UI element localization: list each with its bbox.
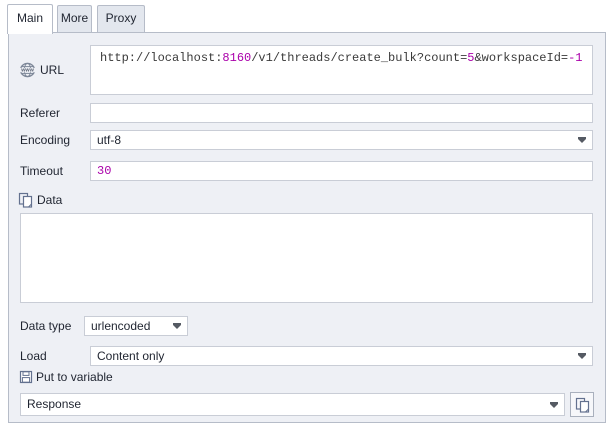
globe-www-icon: www <box>19 62 36 78</box>
chevron-down-icon[interactable] <box>578 137 586 143</box>
load-label: Load <box>20 346 47 366</box>
url-label: URL <box>40 63 64 77</box>
copy-pages-icon <box>575 397 590 413</box>
put-to-variable-label-group: Put to variable <box>19 370 113 384</box>
chevron-down-icon[interactable] <box>550 402 558 408</box>
referer-input[interactable] <box>90 103 593 123</box>
encoding-value: utf-8 <box>97 131 572 149</box>
data-textarea[interactable] <box>20 213 593 303</box>
timeout-input[interactable] <box>90 161 593 181</box>
tab-main[interactable]: Main <box>7 4 53 34</box>
http-request-settings-dialog: Main More Proxy www URL http://localhost… <box>0 0 613 429</box>
save-floppy-icon <box>19 370 33 384</box>
url-label-group: www URL <box>19 62 64 78</box>
url-input[interactable]: http://localhost:8160/v1/threads/create_… <box>90 45 593 95</box>
copy-pages-icon <box>18 192 33 208</box>
put-to-variable-value: Response <box>27 394 544 415</box>
data-type-value: urlencoded <box>91 317 167 335</box>
data-type-select[interactable]: urlencoded <box>84 316 188 336</box>
tab-more[interactable]: More <box>57 5 92 32</box>
chevron-down-icon[interactable] <box>578 353 586 359</box>
data-type-label: Data type <box>20 316 71 336</box>
put-to-variable-label: Put to variable <box>36 370 113 384</box>
referer-label: Referer <box>20 103 60 123</box>
copy-to-clipboard-button[interactable] <box>570 392 594 417</box>
put-to-variable-select[interactable]: Response <box>20 393 565 416</box>
timeout-label: Timeout <box>20 161 63 181</box>
encoding-select[interactable]: utf-8 <box>90 130 593 150</box>
data-label-group: Data <box>18 192 62 208</box>
data-label: Data <box>37 193 62 207</box>
chevron-down-icon[interactable] <box>173 323 181 329</box>
load-value: Content only <box>97 347 572 365</box>
load-select[interactable]: Content only <box>90 346 593 366</box>
encoding-label: Encoding <box>20 130 70 150</box>
tab-proxy[interactable]: Proxy <box>97 5 145 32</box>
svg-text:www: www <box>20 68 34 74</box>
